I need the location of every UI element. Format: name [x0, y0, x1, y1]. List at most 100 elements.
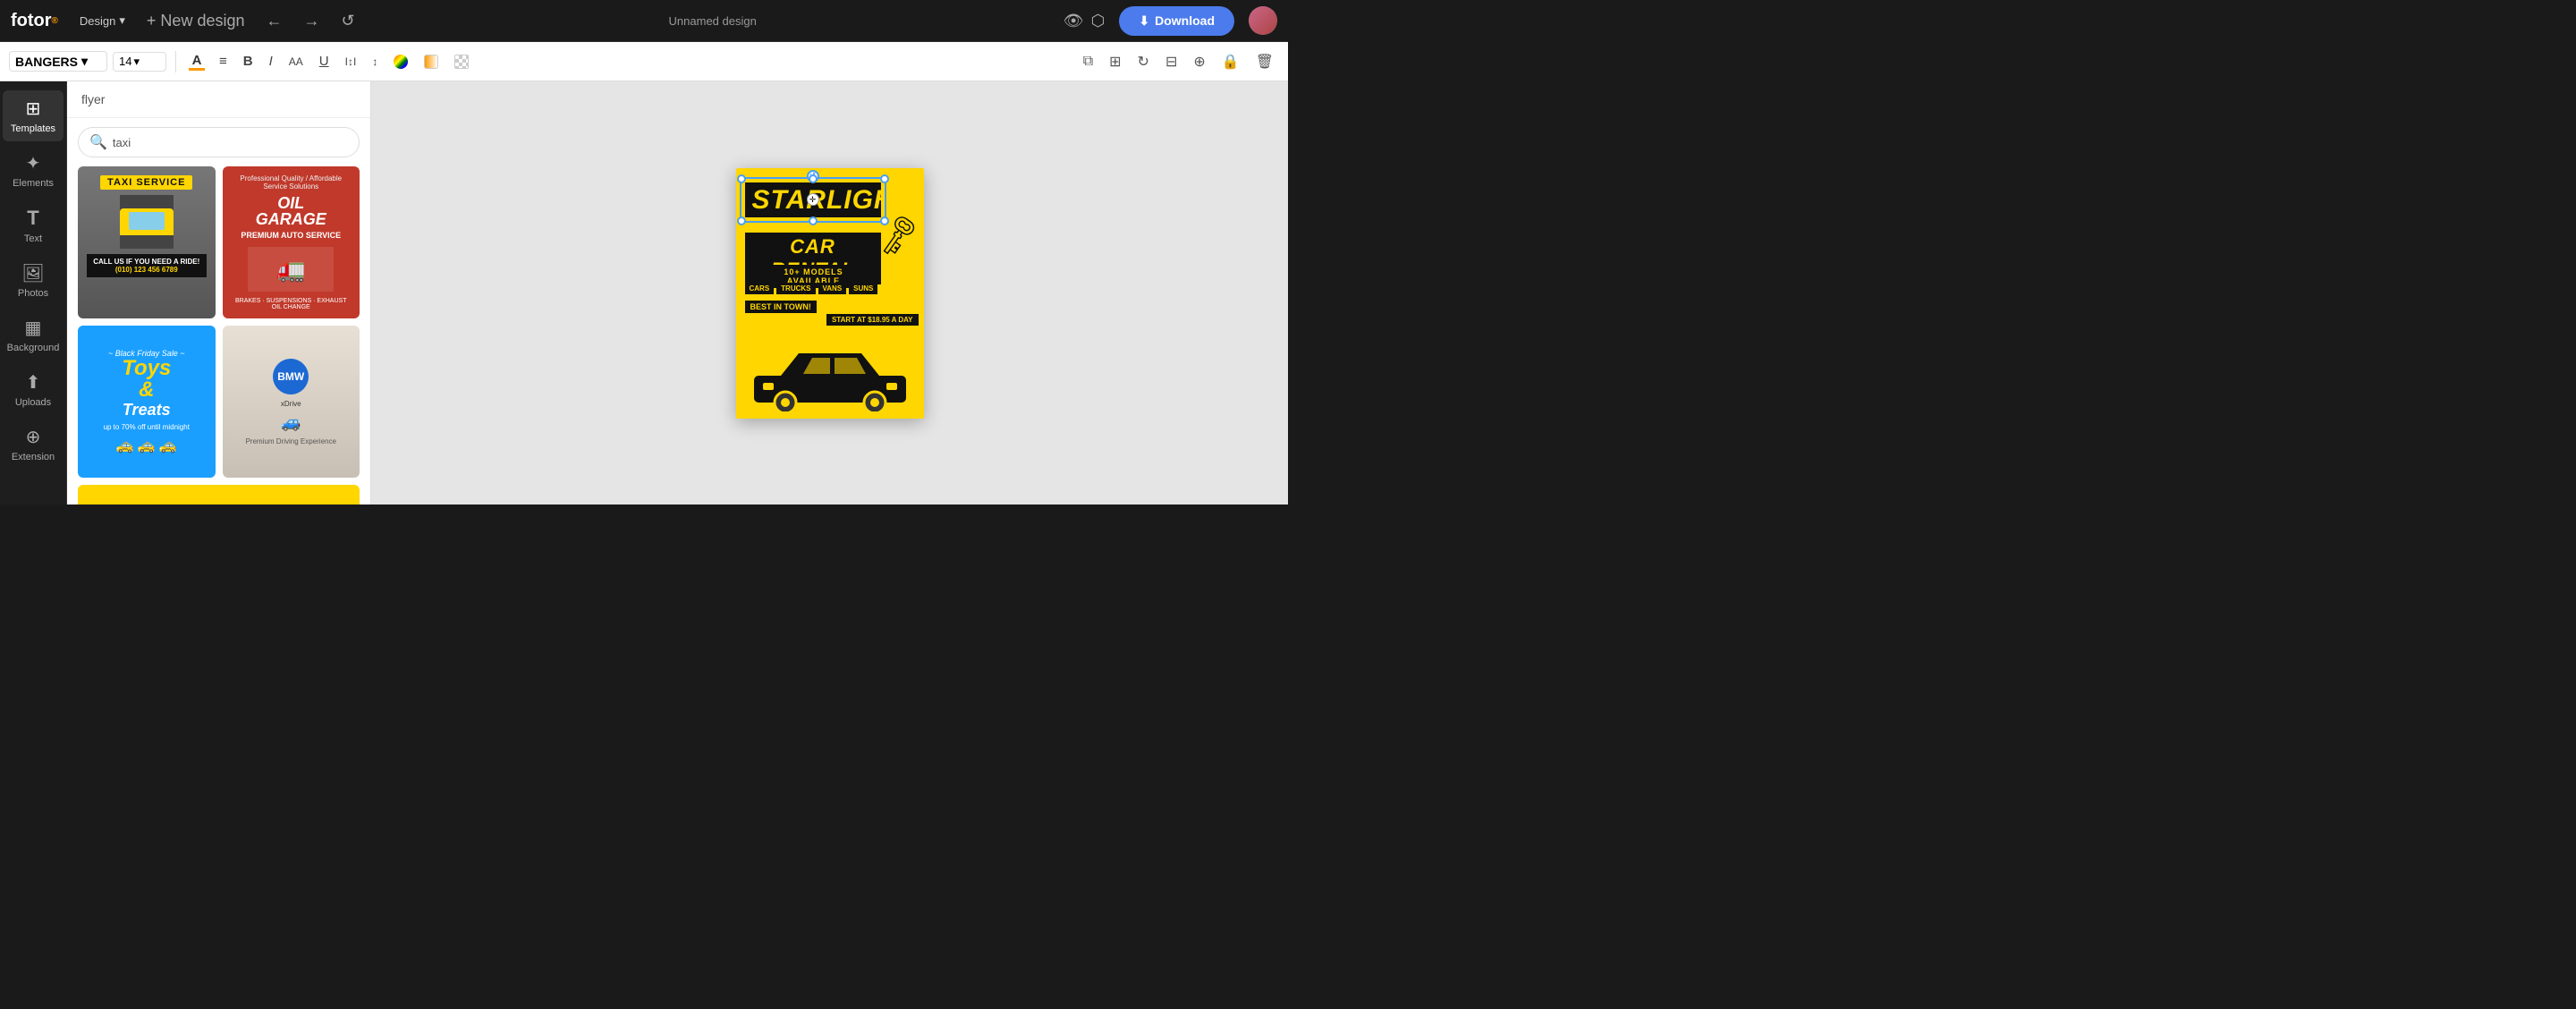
sidebar-photos-label: Photos — [18, 288, 48, 299]
bf-sub: up to 70% off until midnight — [104, 423, 190, 431]
new-design-label: + New design — [147, 12, 245, 30]
color-picker-button[interactable] — [388, 51, 413, 72]
color-a-letter: A — [192, 53, 202, 68]
taxi-contact: CALL US IF YOU NEED A RIDE! (010) 123 45… — [87, 254, 207, 277]
garage-inner: Professional Quality / Affordable Servic… — [223, 166, 360, 318]
font-size-selector[interactable]: 14 ▾ — [113, 52, 166, 72]
sidebar-templates-label: Templates — [11, 123, 55, 134]
sidebar-item-extension[interactable]: ⊕ Extension — [3, 419, 64, 470]
uploads-icon: ⬆ — [26, 371, 41, 394]
starlight-text-block[interactable]: STARLIGHT ↺ ✛ — [745, 182, 881, 218]
garage-subtitle: PREMIUM AUTO SERVICE — [241, 231, 341, 240]
bold-button[interactable]: B — [238, 50, 258, 72]
italic-button[interactable]: I — [264, 50, 278, 72]
download-button[interactable]: ⬇ Download — [1119, 6, 1234, 36]
history-button[interactable]: ↺ — [335, 8, 362, 34]
tag-trucks: TRUCKS — [776, 283, 815, 294]
logo-sup: ® — [52, 16, 58, 26]
text-align-button[interactable]: ≡ — [214, 50, 233, 72]
color-bar — [189, 68, 205, 71]
justify-button[interactable]: ⊟ — [1160, 50, 1182, 73]
blackfriday-inner: ~ Black Friday Sale ~ Toys& Treats up to… — [78, 326, 216, 478]
template-card-carrental[interactable]: STARLIGHT CAR RENTAL CARS TRUCKS VANS SU… — [78, 485, 360, 504]
car-graphic — [745, 340, 915, 411]
templates-grid: TAXI SERVICE CALL US IF YOU NEED — [67, 166, 370, 504]
font-family-selector[interactable]: BANGERS ▾ — [9, 51, 107, 72]
rotate-handle[interactable]: ↺ — [807, 170, 819, 182]
bmw-inner: BMW xDrive 🚙 Premium Driving Experience — [223, 326, 360, 478]
bmw-model: xDrive — [281, 400, 301, 408]
panel-header: flyer — [67, 81, 370, 118]
template-card-taxi[interactable]: TAXI SERVICE CALL US IF YOU NEED — [78, 166, 216, 318]
layers-button[interactable]: ⊕ — [1188, 50, 1210, 73]
duplicate-button[interactable]: ⧉ — [1078, 51, 1098, 72]
user-avatar[interactable] — [1249, 6, 1277, 35]
separator-1 — [175, 51, 176, 72]
car-keys-icon: 🗝 — [872, 211, 923, 260]
effect-aa-button[interactable]: AA — [284, 52, 309, 72]
sidebar-item-elements[interactable]: ✦ Elements — [3, 145, 64, 196]
bf-cars: 🚕 🚕 🚕 — [116, 437, 177, 454]
bmw-sub: Premium Driving Experience — [246, 437, 336, 445]
sidebar-item-text[interactable]: T Text — [3, 199, 64, 251]
top-navigation: fotor® Design ▾ + New design ← → ↺ Unnam… — [0, 0, 1288, 42]
template-card-garage[interactable]: Professional Quality / Affordable Servic… — [223, 166, 360, 318]
sidebar-elements-label: Elements — [13, 178, 54, 189]
bmw-car-icon: 🚙 — [281, 413, 301, 432]
rotate-button[interactable]: ↻ — [1132, 50, 1155, 73]
letter-spacing-button[interactable]: I↕I — [340, 52, 362, 72]
garage-title: OILGARAGE — [256, 195, 326, 227]
search-box: 🔍 — [78, 127, 360, 157]
design-menu-button[interactable]: Design ▾ — [72, 10, 132, 31]
delete-button[interactable]: 🗑 — [1250, 50, 1279, 73]
sidebar-text-label: Text — [24, 233, 42, 244]
canvas-best-text: BEST IN TOWN! — [745, 301, 817, 313]
best-block[interactable]: BEST IN TOWN! — [745, 301, 817, 313]
search-input[interactable] — [113, 136, 348, 149]
new-design-button[interactable]: + New design — [140, 8, 252, 34]
handle-bl[interactable] — [737, 216, 746, 225]
taxi-img-area — [120, 195, 174, 254]
tag-cars: CARS — [745, 283, 775, 294]
bf-toys: Toys& — [122, 358, 171, 401]
main-content: ⊞ Templates ✦ Elements T Text 🖼 Photos ▦… — [0, 81, 1288, 504]
template-card-bmw[interactable]: BMW xDrive 🚙 Premium Driving Experience — [223, 326, 360, 478]
share-button[interactable]: ⬡ — [1091, 12, 1106, 30]
lock-button[interactable]: 🔒 — [1216, 50, 1245, 73]
redo-button[interactable]: → — [297, 8, 327, 34]
line-height-button[interactable]: ↕ — [367, 52, 383, 72]
preview-button[interactable]: 👁 — [1063, 12, 1084, 30]
tag-suns: SUNS — [849, 283, 877, 294]
design-label: Design — [80, 14, 115, 28]
sidebar-item-uploads[interactable]: ⬆ Uploads — [3, 364, 64, 415]
tag-vans: VANS — [818, 283, 847, 294]
font-size-label: 14 — [119, 55, 131, 68]
sidebar-uploads-label: Uploads — [15, 397, 51, 408]
garage-truck: 🚛 — [248, 247, 334, 292]
canvas-starlight-text: STARLIGHT — [745, 182, 881, 218]
bmw-logo: BMW — [273, 359, 309, 394]
elements-icon: ✦ — [26, 152, 41, 174]
canvas-start-text: START AT $18.95 A DAY — [826, 314, 919, 326]
sidebar-item-background[interactable]: ▦ Background — [3, 309, 64, 360]
fotor-logo: fotor® — [11, 11, 58, 31]
sidebar-item-photos[interactable]: 🖼 Photos — [3, 255, 64, 306]
text-color-button[interactable]: A — [185, 51, 208, 72]
align-button[interactable]: ⊞ — [1104, 50, 1126, 73]
handle-tr[interactable] — [880, 174, 889, 183]
photos-icon: 🖼 — [21, 262, 44, 284]
template-card-blackfriday[interactable]: ~ Black Friday Sale ~ Toys& Treats up to… — [78, 326, 216, 478]
underline-button[interactable]: U — [314, 50, 335, 72]
text-icon: T — [27, 207, 38, 230]
canvas-area: STARLIGHT ↺ ✛ — [371, 81, 1288, 504]
taxi-badge: TAXI SERVICE — [100, 175, 192, 190]
handle-bm[interactable] — [809, 216, 818, 225]
gradient-button[interactable] — [419, 51, 444, 72]
design-title: Unnamed design — [369, 14, 1056, 28]
sidebar-item-templates[interactable]: ⊞ Templates — [3, 90, 64, 141]
start-block[interactable]: START AT $18.95 A DAY — [826, 314, 919, 326]
undo-button[interactable]: ← — [259, 8, 290, 34]
text-toolbar: BANGERS ▾ 14 ▾ A ≡ B I AA U I↕I ↕ ⧉ ⊞ ↻ … — [0, 42, 1288, 81]
canvas-content[interactable]: STARLIGHT ↺ ✛ — [736, 168, 924, 419]
transparency-button[interactable] — [449, 51, 474, 72]
